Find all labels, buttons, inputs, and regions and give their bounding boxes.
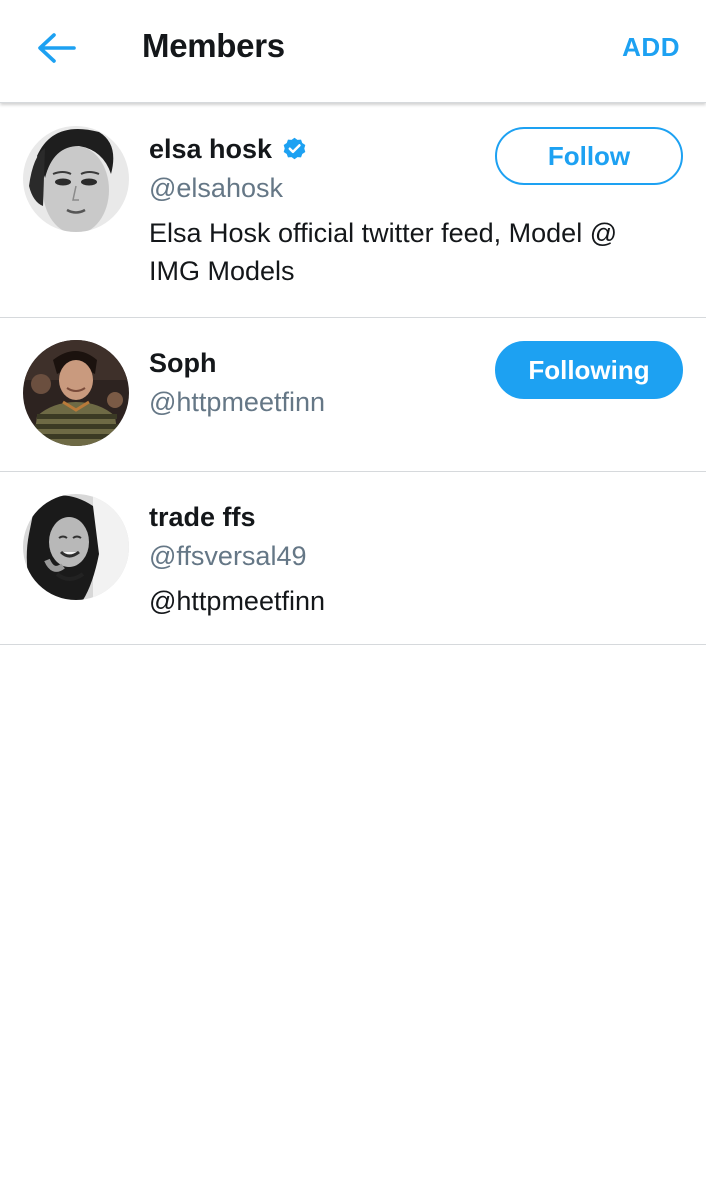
member-row-elsahosk[interactable]: elsa hosk @elsahosk Elsa Hosk official t… [0,104,706,318]
app-header: Members ADD [0,0,706,103]
avatar[interactable] [23,126,129,232]
member-handle: @elsahosk [149,173,283,203]
page-title: Members [142,27,285,64]
member-bio: @httpmeetfinn [149,586,326,616]
member-handle: @ffsversal49 [149,541,307,571]
member-name: elsa hosk [149,134,273,164]
member-name: trade ffs [149,502,256,532]
member-name-line: Soph [149,348,217,379]
add-member-button[interactable]: ADD [622,32,680,63]
following-button[interactable]: Following [495,341,683,399]
member-name-line: trade ffs [149,502,256,533]
follow-button[interactable]: Follow [495,127,683,185]
avatar[interactable] [23,494,129,600]
member-name: Soph [149,348,217,378]
arrow-left-icon [38,33,76,63]
back-button[interactable] [30,26,82,70]
member-name-line: elsa hosk [149,134,308,165]
member-row-httpmeetfinn[interactable]: Soph @httpmeetfinn Following [0,318,706,472]
member-bio: Elsa Hosk official twitter feed, Model @… [149,218,618,286]
member-handle: @httpmeetfinn [149,387,326,417]
verified-badge-icon [281,136,308,163]
members-list: elsa hosk @elsahosk Elsa Hosk official t… [0,104,706,645]
member-row-ffsversal49[interactable]: trade ffs @ffsversal49 @httpmeetfinn [0,472,706,645]
avatar[interactable] [23,340,129,446]
